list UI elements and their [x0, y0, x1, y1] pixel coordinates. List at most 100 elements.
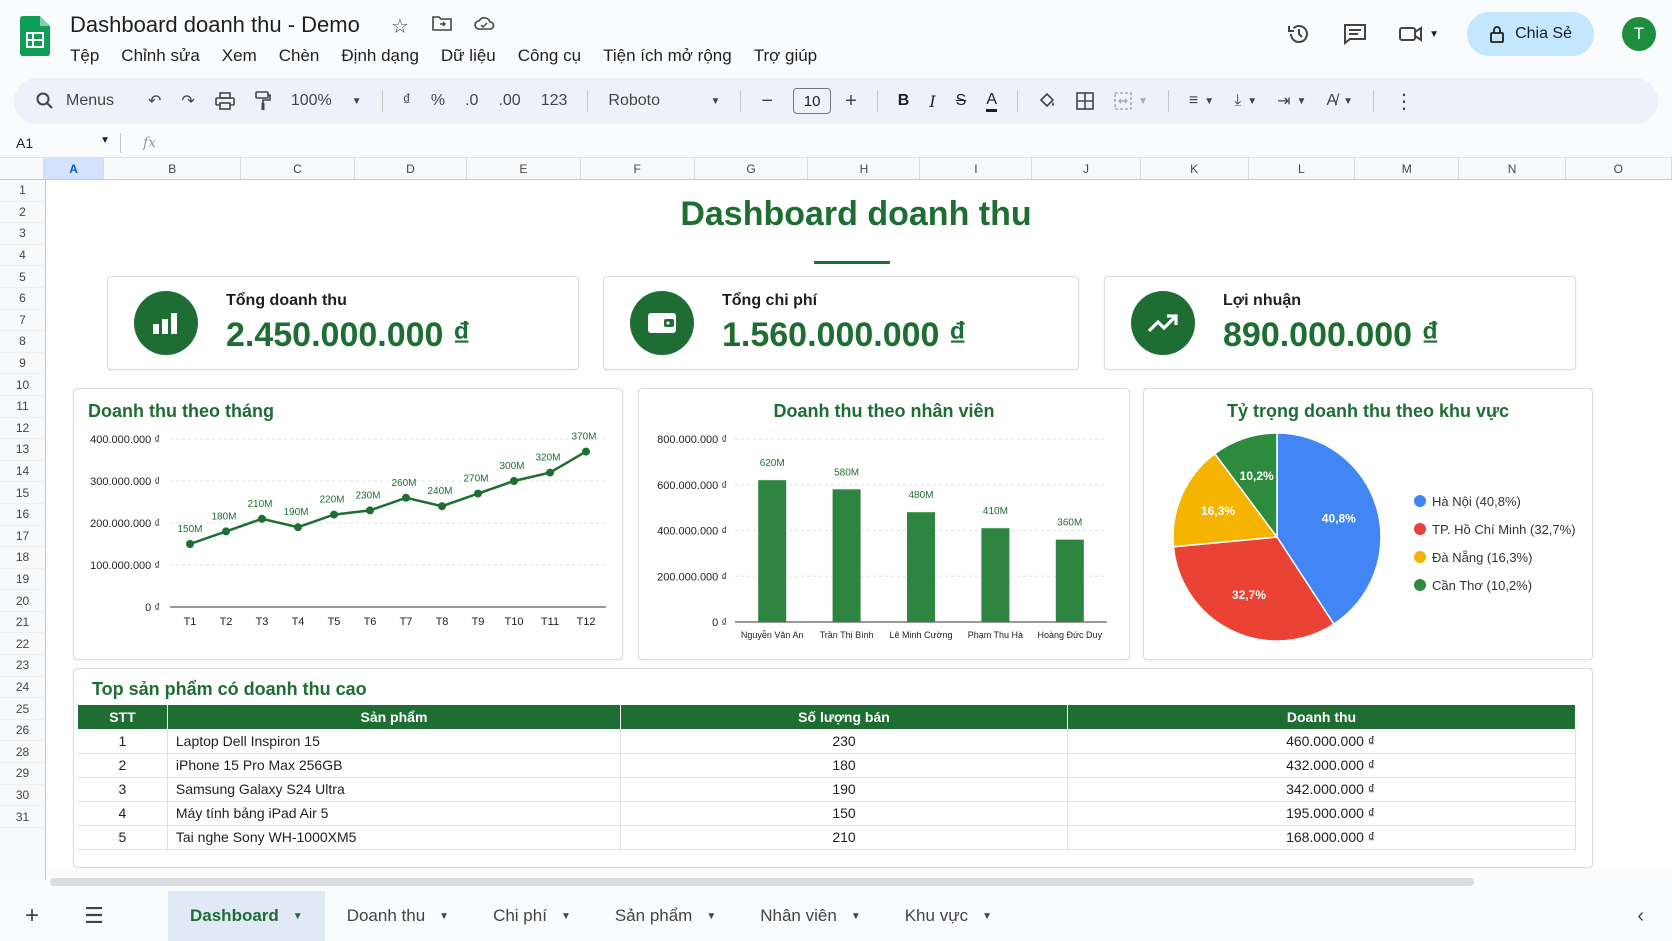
row-header[interactable]: 22	[0, 633, 45, 656]
paint-format-icon[interactable]	[255, 91, 271, 111]
table-cell[interactable]: 210	[620, 825, 1068, 850]
merge-cells-icon[interactable]: ▼	[1114, 92, 1148, 110]
horizontal-align-icon[interactable]: ≡ ▼	[1189, 92, 1214, 110]
all-sheets-icon[interactable]: ☰	[64, 903, 124, 929]
menu-item[interactable]: Trợ giúp	[754, 46, 817, 66]
table-cell[interactable]: 432.000.000 ₫	[1067, 753, 1576, 778]
increase-decimal-button[interactable]: .00	[498, 92, 520, 110]
row-header[interactable]: 8	[0, 331, 45, 353]
column-header[interactable]: C	[241, 158, 355, 179]
zoom-select[interactable]: 100% ▼	[291, 92, 362, 110]
row-header[interactable]: 3	[0, 223, 45, 245]
menu-item[interactable]: Công cụ	[518, 46, 581, 66]
table-cell[interactable]: 180	[620, 753, 1068, 778]
star-icon[interactable]: ☆	[388, 14, 412, 39]
column-header[interactable]: B	[104, 158, 242, 179]
table-cell[interactable]: 195.000.000 ₫	[1067, 801, 1576, 826]
line-chart-card[interactable]: Doanh thu theo tháng 0 ₫ 100.000.000 ₫ 200…	[73, 388, 623, 660]
sheet-tab[interactable]: Chi phí ▼	[471, 891, 593, 941]
row-header[interactable]: 23	[0, 655, 45, 677]
table-cell[interactable]: Laptop Dell Inspiron 15	[167, 729, 622, 754]
print-icon[interactable]	[215, 92, 235, 110]
sheet-tab[interactable]: Sản phẩm ▼	[593, 891, 738, 941]
text-wrapping-icon[interactable]: ⇥ ▼	[1277, 91, 1306, 111]
decrease-decimal-button[interactable]: .0	[465, 92, 478, 110]
column-header[interactable]: N	[1459, 158, 1566, 179]
row-header[interactable]: 6	[0, 288, 45, 310]
table-cell[interactable]: 230	[620, 729, 1068, 754]
row-header[interactable]: 15	[0, 482, 45, 504]
row-header[interactable]: 31	[0, 806, 45, 828]
avatar[interactable]: T	[1622, 17, 1656, 51]
row-header[interactable]: 28	[0, 741, 45, 764]
row-header[interactable]: 5	[0, 266, 45, 288]
table-cell[interactable]: 150	[620, 801, 1068, 826]
table-cell[interactable]: Tai nghe Sony WH-1000XM5	[167, 825, 622, 850]
row-header[interactable]: 21	[0, 612, 45, 634]
menu-item[interactable]: Xem	[222, 46, 257, 66]
column-header[interactable]: L	[1249, 158, 1356, 179]
row-header[interactable]: 16	[0, 504, 45, 526]
horizontal-scrollbar[interactable]	[50, 878, 1474, 886]
row-header[interactable]: 18	[0, 547, 45, 569]
row-header[interactable]: 2	[0, 202, 45, 224]
share-button[interactable]: Chia Sẻ	[1467, 12, 1594, 56]
chevron-down-icon[interactable]: ▼	[851, 911, 861, 922]
move-folder-icon[interactable]	[430, 14, 454, 39]
column-header[interactable]: I	[920, 158, 1033, 179]
row-header[interactable]: 11	[0, 396, 45, 418]
percent-format-button[interactable]: %	[431, 92, 445, 110]
comment-icon[interactable]	[1341, 20, 1369, 48]
row-header[interactable]: 29	[0, 763, 45, 785]
row-header[interactable]: 19	[0, 569, 45, 591]
more-formats-button[interactable]: 123	[541, 92, 568, 110]
menu-item[interactable]: Chèn	[279, 46, 320, 66]
bold-button[interactable]: B	[898, 92, 910, 110]
vertical-align-icon[interactable]: ⤓ ▼	[1234, 92, 1257, 110]
row-header[interactable]: 1	[0, 180, 45, 202]
sheet-tab[interactable]: Dashboard ▼	[168, 891, 325, 941]
column-header[interactable]: H	[808, 158, 921, 179]
table-cell[interactable]: 460.000.000 ₫	[1067, 729, 1576, 754]
text-rotation-icon[interactable]: A̸ ▼	[1326, 92, 1353, 110]
name-box[interactable]: A1 ▼	[0, 135, 120, 151]
table-cell[interactable]: 2	[78, 753, 168, 778]
table-cell[interactable]: 3	[78, 777, 168, 802]
column-header[interactable]: A	[43, 158, 105, 179]
row-header[interactable]: 25	[0, 698, 45, 720]
font-select[interactable]: Roboto ▼	[608, 92, 720, 110]
column-header[interactable]: E	[467, 158, 581, 179]
row-header[interactable]: 7	[0, 310, 45, 332]
document-title[interactable]: Dashboard doanh thu - Demo	[70, 12, 360, 38]
meet-button[interactable]: ▼	[1397, 20, 1439, 48]
bar-chart-card[interactable]: Doanh thu theo nhân viên 0 ₫ 200.000.000 …	[638, 388, 1130, 660]
table-cell[interactable]: 342.000.000 ₫	[1067, 777, 1576, 802]
chevron-down-icon[interactable]: ▼	[561, 911, 571, 922]
sheet-tab[interactable]: Nhân viên ▼	[738, 891, 882, 941]
text-color-icon[interactable]: A	[986, 91, 997, 112]
pie-chart-card[interactable]: Tỷ trọng doanh thu theo khu vực 40,8% 32,…	[1143, 388, 1593, 660]
table-cell[interactable]: Samsung Galaxy S24 Ultra	[167, 777, 622, 802]
chevron-left-icon[interactable]: ‹	[1637, 905, 1644, 928]
table-row[interactable]: 4 Máy tính bảng iPad Air 5 150 195.000.000 …	[78, 801, 1576, 826]
borders-icon[interactable]	[1076, 92, 1094, 110]
chevron-down-icon[interactable]: ▼	[439, 911, 449, 922]
version-history-icon[interactable]	[1285, 20, 1313, 48]
font-size-input[interactable]: 10	[793, 88, 832, 114]
column-header[interactable]: D	[355, 158, 467, 179]
row-header[interactable]: 9	[0, 353, 45, 375]
column-header[interactable]: O	[1566, 158, 1672, 179]
row-header[interactable]: 10	[0, 374, 45, 396]
row-header[interactable]: 4	[0, 245, 45, 267]
column-header[interactable]: F	[581, 158, 695, 179]
column-header[interactable]: M	[1355, 158, 1460, 179]
row-header[interactable]: 24	[0, 677, 45, 699]
add-sheet-icon[interactable]: +	[0, 902, 64, 930]
table-row[interactable]: 3 Samsung Galaxy S24 Ultra 190 342.000.000 …	[78, 777, 1576, 802]
undo-icon[interactable]: ↶	[148, 91, 161, 111]
redo-icon[interactable]: ↷	[181, 91, 194, 111]
table-cell[interactable]: 1	[78, 729, 168, 754]
table-row[interactable]: 5 Tai nghe Sony WH-1000XM5 210 168.000.000 …	[78, 825, 1576, 850]
decrease-font-size-button[interactable]: −	[761, 90, 773, 113]
table-cell[interactable]: 190	[620, 777, 1068, 802]
